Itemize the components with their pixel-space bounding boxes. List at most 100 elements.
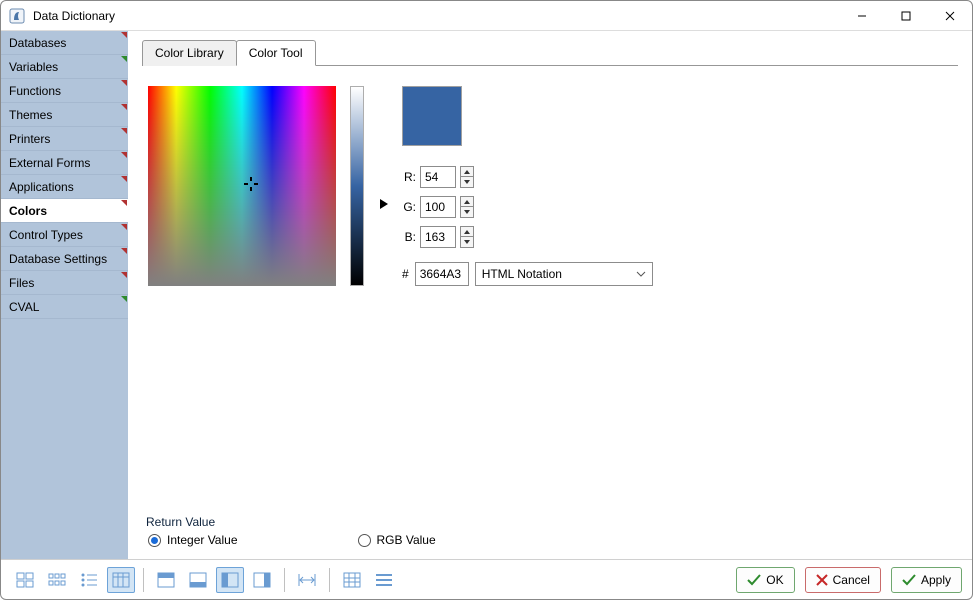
lightness-arrow-icon [380,199,388,209]
sidebar-item-external-forms[interactable]: External Forms [1,151,128,175]
grid-view[interactable] [338,567,366,593]
sidebar-item-themes[interactable]: Themes [1,103,128,127]
view-list[interactable] [75,567,103,593]
fit-width[interactable] [293,567,321,593]
toolbar-separator [284,568,285,592]
minimize-button[interactable] [840,1,884,30]
radio-rgb-label: RGB Value [377,533,436,547]
sidebar-corner-icon [121,56,127,62]
sidebar-item-applications[interactable]: Applications [1,175,128,199]
sidebar-item-files[interactable]: Files [1,271,128,295]
layout-top[interactable] [152,567,180,593]
sidebar-corner-icon [121,32,127,38]
radio-integer-value[interactable]: Integer Value [148,533,238,547]
sidebar-corner-icon [121,272,127,278]
color-fields: R: G: B: [402,86,653,286]
hash-label: # [402,267,409,281]
sidebar-item-label: Files [9,276,34,290]
sidebar-item-database-settings[interactable]: Database Settings [1,247,128,271]
g-input[interactable] [420,196,456,218]
apply-label: Apply [921,573,951,587]
lightness-strip[interactable] [350,86,364,286]
tab-strip: Color LibraryColor Tool [142,39,958,66]
main-panel: Color LibraryColor Tool R: [128,31,972,559]
sidebar-item-label: Database Settings [9,252,107,266]
g-spin-up[interactable] [460,196,474,207]
sidebar-item-label: Printers [9,132,50,146]
check-icon [902,574,916,586]
sidebar-item-label: Applications [9,180,74,194]
hex-input[interactable] [415,262,469,286]
sidebar-item-functions[interactable]: Functions [1,79,128,103]
view-details[interactable] [107,567,135,593]
layout-left[interactable] [216,567,244,593]
sidebar-corner-icon [121,80,127,86]
close-button[interactable] [928,1,972,30]
sidebar-item-label: Colors [9,204,47,218]
sidebar-item-label: Functions [9,84,61,98]
toolbar-separator [329,568,330,592]
layout-right[interactable] [248,567,276,593]
sidebar-item-label: External Forms [9,156,90,170]
tab-color-tool[interactable]: Color Tool [236,40,316,66]
radio-rgb-value[interactable]: RGB Value [358,533,436,547]
sidebar-corner-icon [121,128,127,134]
g-spin-down[interactable] [460,207,474,218]
b-label: B: [402,230,416,244]
sidebar-corner-icon [121,104,127,110]
toolbar-separator [143,568,144,592]
cancel-button[interactable]: Cancel [805,567,881,593]
sidebar-item-label: Databases [9,36,66,50]
return-value-label: Return Value [146,515,958,529]
sidebar-corner-icon [121,248,127,254]
lightness-arrow-col [378,86,388,286]
r-input[interactable] [420,166,456,188]
titlebar: Data Dictionary [1,1,972,31]
layout-bottom[interactable] [184,567,212,593]
color-swatch [402,86,462,146]
sidebar-item-cval[interactable]: CVAL [1,295,128,319]
r-label: R: [402,170,416,184]
sidebar-corner-icon [121,152,127,158]
lightness-strip-wrap [350,86,364,286]
sidebar-corner-icon [121,176,127,182]
color-spectrum[interactable] [148,86,336,286]
notation-select[interactable]: HTML Notation [475,262,653,286]
sidebar-item-databases[interactable]: Databases [1,31,128,55]
sidebar-item-printers[interactable]: Printers [1,127,128,151]
app-icon [9,8,25,24]
cancel-label: Cancel [833,573,870,587]
sidebar-item-label: Themes [9,108,52,122]
ok-button[interactable]: OK [736,567,794,593]
apply-button[interactable]: Apply [891,567,962,593]
r-spin-up[interactable] [460,166,474,177]
sidebar-item-colors[interactable]: Colors [1,199,128,223]
b-input[interactable] [420,226,456,248]
chevron-down-icon [636,271,646,277]
ok-label: OK [766,573,783,587]
radio-dot-icon [358,534,371,547]
b-spin-down[interactable] [460,237,474,248]
rows-view[interactable] [370,567,398,593]
radio-integer-label: Integer Value [167,533,238,547]
sidebar-item-control-types[interactable]: Control Types [1,223,128,247]
g-label: G: [402,200,416,214]
sidebar-item-label: Control Types [9,228,83,242]
notation-select-value: HTML Notation [482,267,562,281]
b-spin-up[interactable] [460,226,474,237]
check-icon [747,574,761,586]
r-spin-down[interactable] [460,177,474,188]
sidebar-item-label: Variables [9,60,58,74]
tab-color-library[interactable]: Color Library [142,40,237,66]
view-icons-large[interactable] [11,567,39,593]
radio-dot-icon [148,534,161,547]
view-icons-small[interactable] [43,567,71,593]
return-value-group: Return Value Integer Value RGB Value [146,515,958,549]
sidebar: Databases Variables Functions Themes Printer… [1,31,128,559]
sidebar-item-variables[interactable]: Variables [1,55,128,79]
window-title: Data Dictionary [33,9,840,23]
sidebar-corner-icon [121,296,127,302]
sidebar-item-label: CVAL [9,300,39,314]
footer-toolbar: OK Cancel Apply [1,559,972,599]
maximize-button[interactable] [884,1,928,30]
